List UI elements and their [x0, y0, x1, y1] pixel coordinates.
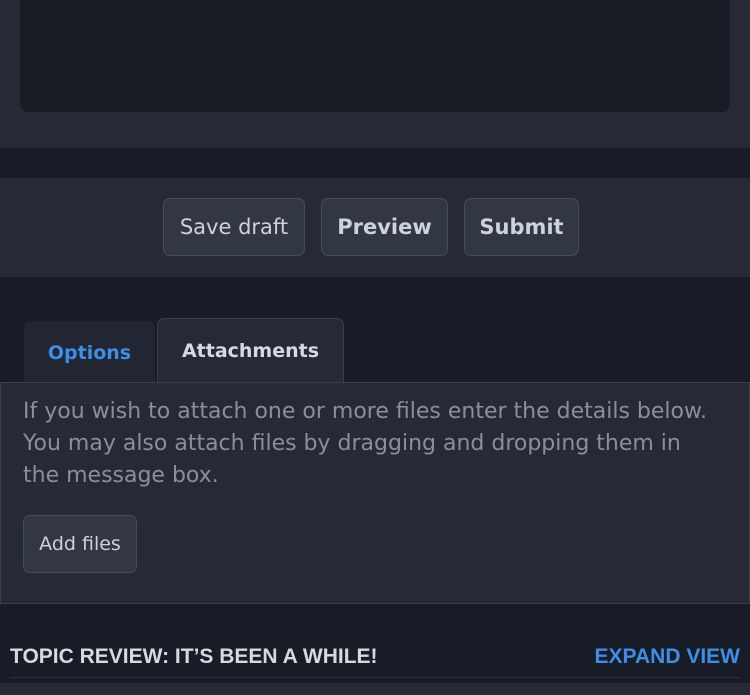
expand-view-link[interactable]: EXPAND VIEW: [595, 644, 740, 670]
topic-review-panel: [0, 683, 750, 695]
tab-options[interactable]: Options: [24, 321, 155, 383]
topic-review-title: TOPIC REVIEW: IT’S BEEN A WHILE!: [10, 645, 378, 668]
attachments-help-text: If you wish to attach one or more files …: [23, 399, 707, 488]
submit-bar: Save draft Preview Submit: [0, 178, 750, 277]
save-draft-button[interactable]: Save draft: [163, 198, 305, 256]
message-box[interactable]: [20, 0, 730, 112]
add-files-button[interactable]: Add files: [23, 515, 137, 573]
tab-attachments[interactable]: Attachments: [157, 318, 344, 384]
divider: [10, 677, 740, 678]
submit-button[interactable]: Submit: [464, 198, 579, 256]
attachments-panel: If you wish to attach one or more files …: [0, 382, 750, 604]
editor-panel: [0, 0, 750, 148]
preview-button[interactable]: Preview: [321, 198, 448, 256]
